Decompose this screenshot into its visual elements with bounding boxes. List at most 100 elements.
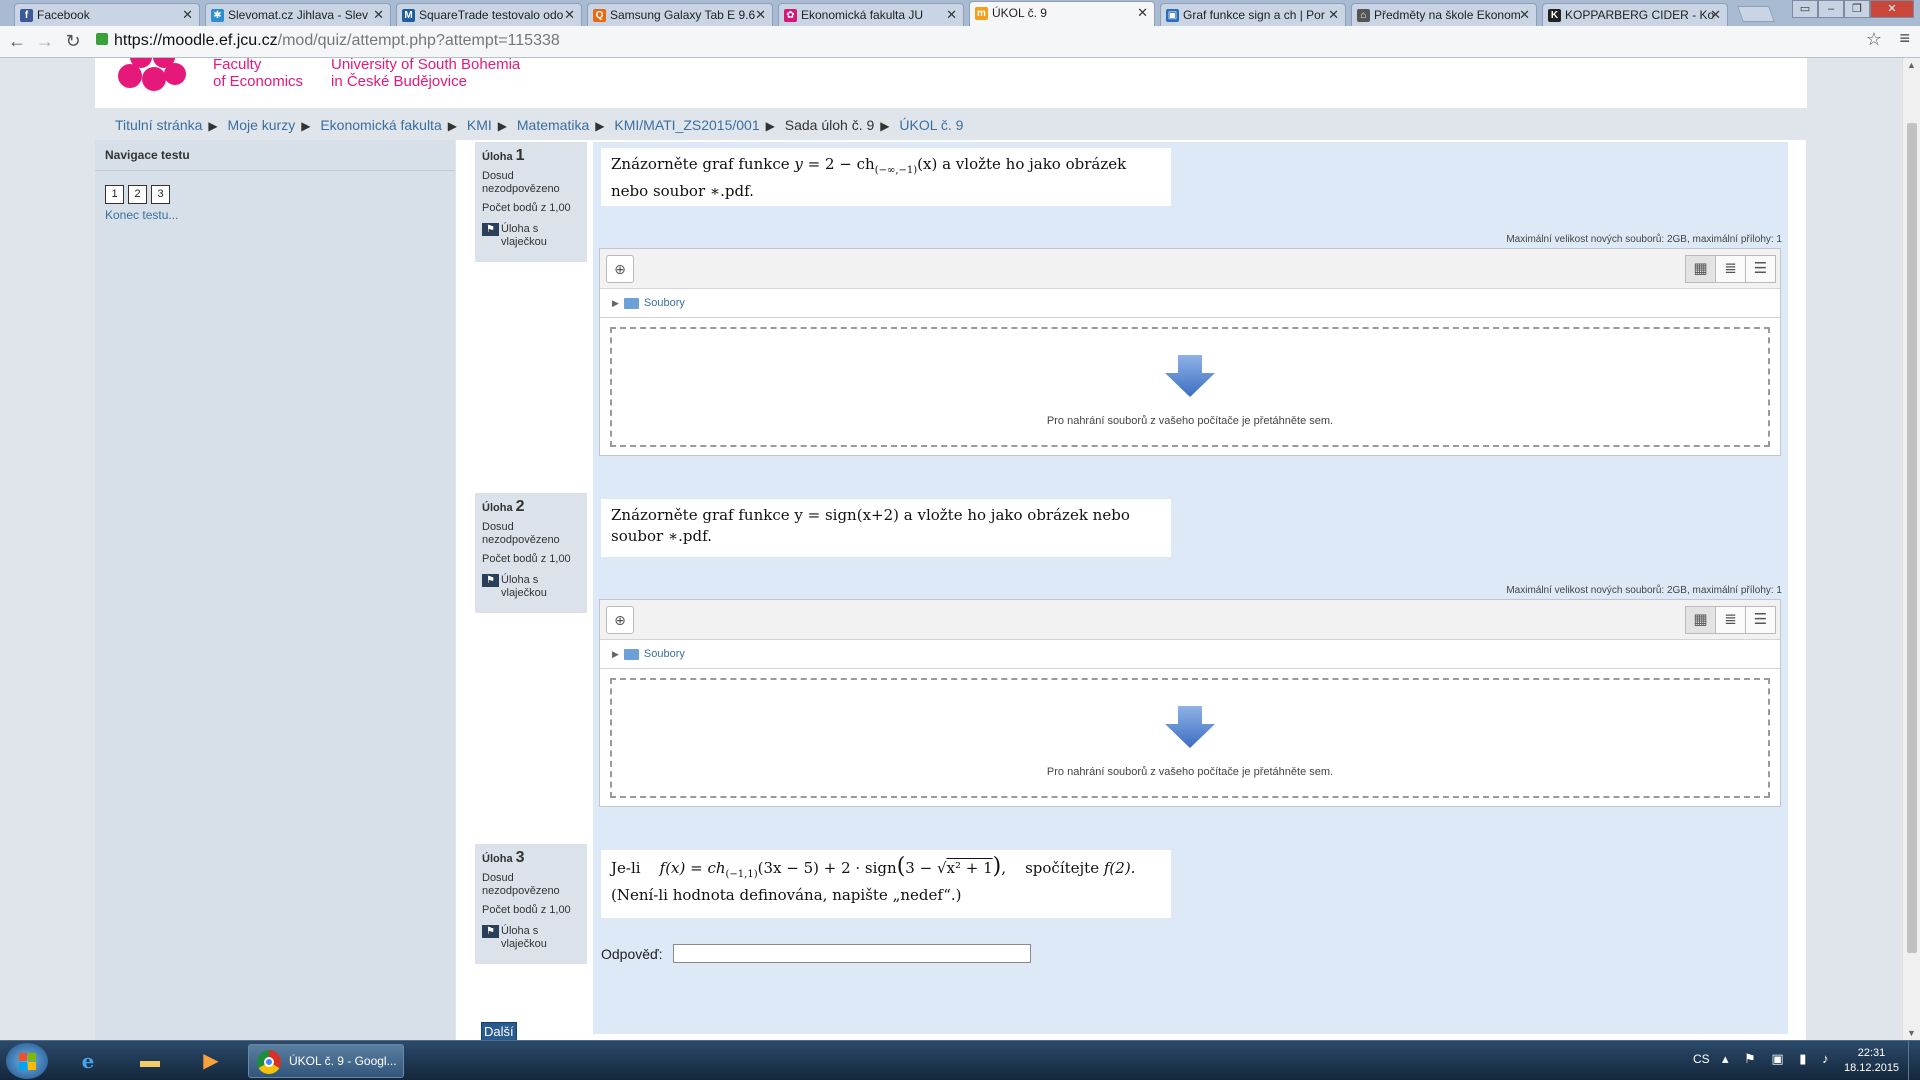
- search-site-icon: Q: [593, 9, 606, 22]
- breadcrumb-separator: ▶: [208, 119, 218, 133]
- grid-view-icon[interactable]: ▦: [1685, 255, 1716, 283]
- language-indicator[interactable]: CS: [1693, 1052, 1710, 1066]
- list-view-icon[interactable]: ≣: [1715, 255, 1746, 283]
- file-explorer-icon[interactable]: ▬: [124, 1044, 176, 1078]
- reload-icon[interactable]: ↻: [62, 31, 84, 52]
- flag-icon: ⚑: [482, 925, 499, 938]
- tab-ukol-9[interactable]: m ÚKOL č. 9 ✕: [969, 1, 1155, 26]
- tab-graf-funkce[interactable]: ▣ Graf funkce sign a ch | Por ✕: [1160, 3, 1346, 26]
- tab-ekonomicka-fakulta[interactable]: ✿ Ekonomická fakulta JU ✕: [778, 3, 964, 26]
- tab-slevomat[interactable]: ✱ Slevomat.cz Jihlava - Slev ✕: [205, 3, 391, 26]
- start-button[interactable]: [6, 1043, 48, 1079]
- system-clock[interactable]: 22:31 18.12.2015: [1844, 1046, 1899, 1076]
- question-body-3: Je-li f(x) = ch(−1,1)(3x − 5) + 2 · sign…: [593, 844, 1788, 1034]
- add-file-icon[interactable]: ⊕: [606, 255, 634, 283]
- flag-question-toggle[interactable]: ⚑ Úloha s vlaječkou: [482, 925, 580, 951]
- close-icon[interactable]: ✕: [182, 7, 193, 23]
- school-icon: ⌂: [1357, 9, 1370, 22]
- folder-path[interactable]: ▶ Soubory: [612, 297, 685, 309]
- tree-view-icon[interactable]: ☰: [1745, 606, 1776, 634]
- divider: [600, 317, 1780, 318]
- close-icon[interactable]: ✕: [1519, 7, 1530, 23]
- faculty-flower-icon: ✿: [784, 9, 797, 22]
- bookmark-star-icon[interactable]: ☆: [1866, 29, 1882, 50]
- system-tray-icons[interactable]: ▴ ⚑ ▣ ▮ ♪: [1722, 1051, 1835, 1067]
- faculty-line-2: of Economics: [213, 73, 304, 90]
- tab-samsung[interactable]: Q Samsung Galaxy Tab E 9.6 ✕: [587, 3, 773, 26]
- back-arrow-icon[interactable]: ←: [6, 31, 28, 52]
- flag-question-toggle[interactable]: ⚑ Úloha s vlaječkou: [482, 223, 580, 249]
- answer-input[interactable]: [673, 944, 1031, 963]
- question-nav-button-3[interactable]: 3: [151, 185, 170, 204]
- q1-equation: = 2 − ch: [802, 155, 875, 173]
- tab-squaretrade[interactable]: M SquareTrade testovalo odo ✕: [396, 3, 582, 26]
- breadcrumb-faculty[interactable]: Ekonomická fakulta: [320, 117, 441, 133]
- file-drop-zone[interactable]: Pro nahrání souborů z vašeho počítače je…: [610, 678, 1770, 798]
- breadcrumb-home[interactable]: Titulní stránka: [115, 117, 202, 133]
- scrollbar-thumb[interactable]: [1907, 123, 1917, 953]
- breadcrumb-mathematics[interactable]: Matematika: [517, 117, 589, 133]
- question-text-2: Znázorněte graf funkce y = sign(x+2) a v…: [601, 499, 1171, 557]
- drop-instructions: Pro nahrání souborů z vašeho počítače je…: [1046, 415, 1334, 427]
- quiz-navigation-title: Navigace testu: [105, 148, 190, 162]
- answer-label: Odpověď:: [601, 946, 663, 962]
- close-window-icon[interactable]: ✕: [1870, 0, 1914, 18]
- maximize-icon[interactable]: ❐: [1844, 0, 1870, 18]
- folder-path[interactable]: ▶ Soubory: [612, 648, 685, 660]
- add-file-icon[interactable]: ⊕: [606, 606, 634, 634]
- close-icon[interactable]: ✕: [1137, 5, 1148, 21]
- breadcrumb-my-courses[interactable]: Moje kurzy: [228, 117, 296, 133]
- q3-formula-line: Je-li f(x) = ch(−1,1)(3x − 5) + 2 · sign…: [611, 854, 1136, 881]
- tab-predmety[interactable]: ⌂ Předměty na škole Ekonom ✕: [1351, 3, 1537, 26]
- chrome-menu-icon[interactable]: ≡: [1899, 28, 1910, 49]
- question-text-1: Znázorněte graf funkce y = 2 − ch(−∞,−1)…: [601, 148, 1171, 206]
- question-status: Dosud nezodpovězeno: [482, 521, 560, 546]
- flag-question-toggle[interactable]: ⚑ Úloha s vlaječkou: [482, 574, 580, 600]
- breadcrumb-separator: ▶: [880, 119, 890, 133]
- user-icon[interactable]: ▭: [1792, 0, 1818, 18]
- new-tab-button[interactable]: [1737, 6, 1775, 22]
- finish-attempt-link[interactable]: Konec testu...: [105, 208, 178, 222]
- forward-arrow-icon[interactable]: →: [34, 31, 56, 52]
- breadcrumb-kmi[interactable]: KMI: [467, 117, 492, 133]
- close-icon[interactable]: ✕: [1710, 7, 1721, 23]
- breadcrumb-separator: ▶: [497, 119, 507, 133]
- q3-function: f(x) = ch: [659, 859, 726, 877]
- address-bar: ← → ↻ https://moodle.ef.jcu.cz/mod/quiz/…: [0, 26, 1920, 58]
- show-desktop-button[interactable]: [1908, 1041, 1920, 1080]
- breadcrumb-section: Sada úloh č. 9: [784, 117, 875, 133]
- page-scrollbar[interactable]: ▲ ▼: [1902, 58, 1920, 1040]
- url-field[interactable]: https://moodle.ef.jcu.cz/mod/quiz/attemp…: [96, 29, 1866, 53]
- next-page-button[interactable]: Další: [481, 1022, 517, 1040]
- tab-facebook[interactable]: f Facebook ✕: [14, 3, 200, 26]
- scroll-down-arrow-icon[interactable]: ▼: [1907, 1028, 1916, 1038]
- breadcrumb-current-quiz[interactable]: ÚKOL č. 9: [899, 117, 963, 133]
- scroll-up-arrow-icon[interactable]: ▲: [1907, 60, 1916, 70]
- question-nav-button-2[interactable]: 2: [128, 185, 147, 204]
- close-icon[interactable]: ✕: [564, 7, 575, 23]
- close-icon[interactable]: ✕: [755, 7, 766, 23]
- news-site-icon: M: [402, 9, 415, 22]
- file-picker: ⊕ ▦ ≣ ☰ ▶ Soubory Pro nahrání souborů z …: [599, 248, 1781, 456]
- tab-kopparberg[interactable]: K KOPPARBERG CIDER - Kop ✕: [1542, 3, 1728, 26]
- breadcrumb: Titulní stránka ▶ Moje kurzy ▶ Ekonomická …: [115, 117, 963, 133]
- breadcrumb-course[interactable]: KMI/MATI_ZS2015/001: [614, 117, 759, 133]
- media-player-icon[interactable]: ▶: [185, 1044, 237, 1078]
- file-drop-zone[interactable]: Pro nahrání souborů z vašeho počítače je…: [610, 327, 1770, 447]
- q3-left-paren: (: [896, 854, 906, 879]
- close-icon[interactable]: ✕: [946, 7, 957, 23]
- close-icon[interactable]: ✕: [373, 7, 384, 23]
- list-view-icon[interactable]: ≣: [1715, 606, 1746, 634]
- grid-view-icon[interactable]: ▦: [1685, 606, 1716, 634]
- q1-argument: (x): [917, 155, 938, 173]
- folder-label: Soubory: [643, 648, 685, 660]
- tree-view-icon[interactable]: ☰: [1745, 255, 1776, 283]
- question-nav-button-1[interactable]: 1: [105, 185, 124, 204]
- divider: [95, 170, 455, 171]
- close-icon[interactable]: ✕: [1328, 7, 1339, 23]
- taskbar-chrome-window[interactable]: ÚKOL č. 9 - Googl...: [248, 1044, 404, 1078]
- divider: [600, 668, 1780, 669]
- url-host: https://moodle.ef.jcu.cz: [114, 32, 278, 49]
- internet-explorer-icon[interactable]: e: [62, 1044, 114, 1078]
- minimize-icon[interactable]: –: [1818, 0, 1844, 18]
